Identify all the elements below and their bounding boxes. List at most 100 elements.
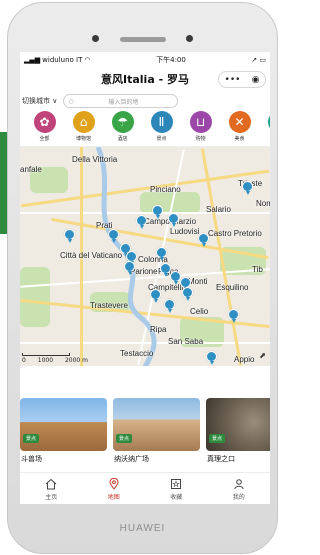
mouth-of-truth-image bbox=[206, 398, 270, 451]
scale-bar bbox=[22, 353, 70, 356]
tab-favorites[interactable]: 收藏 bbox=[145, 473, 208, 504]
map-label: Testaccio bbox=[120, 349, 154, 358]
category-item-museum[interactable]: ⌂ 博物馆 bbox=[64, 111, 103, 146]
tab-label: 地图 bbox=[107, 493, 120, 501]
status-bar: ▂▄▆ widuluno IT ◠ 下午4:00 ➚ ▭ bbox=[20, 52, 270, 67]
map-pin-icon[interactable] bbox=[108, 229, 119, 243]
category-bar: ✿ 全部 ⌂ 博物馆 ☂ 酒店 Ⅱ 景点 ⊔ 购物 ✕ 美食 Ⅱ 交通 bbox=[20, 111, 270, 146]
map-label: Pinciano bbox=[150, 185, 181, 194]
map-pin-icon[interactable] bbox=[228, 309, 239, 323]
carrier-name: widuluno IT bbox=[42, 55, 83, 64]
map-label: Ripa bbox=[150, 325, 167, 334]
map-pin-icon bbox=[107, 477, 121, 491]
category-item-transport[interactable]: Ⅱ 交通 bbox=[259, 111, 270, 146]
map-pin-icon[interactable] bbox=[182, 287, 193, 301]
category-label: 全部 bbox=[39, 136, 50, 142]
category-item-hotel[interactable]: ☂ 酒店 bbox=[103, 111, 142, 146]
status-time: 下午4:00 bbox=[156, 55, 186, 64]
map-pin-icon[interactable] bbox=[206, 351, 217, 365]
app-screen: ▂▄▆ widuluno IT ◠ 下午4:00 ➚ ▭ 意风Italia - … bbox=[20, 52, 270, 504]
ellipsis-icon[interactable]: ••• bbox=[225, 75, 241, 85]
map-pin-icon[interactable] bbox=[168, 213, 179, 227]
shell-icon: ☂ bbox=[111, 111, 134, 133]
map-pin-icon[interactable] bbox=[136, 215, 147, 229]
map-label: Trastevere bbox=[90, 301, 128, 310]
category-item-sights[interactable]: Ⅱ 景点 bbox=[142, 111, 181, 146]
device-brand: HUAWEI bbox=[119, 523, 166, 534]
category-item-all[interactable]: ✿ 全部 bbox=[25, 111, 64, 146]
sensor-icon bbox=[186, 35, 193, 42]
poi-tag: 景点 bbox=[116, 434, 133, 443]
tab-label: 主页 bbox=[45, 493, 58, 501]
poi-card[interactable]: 景点 纳沃纳广场 bbox=[113, 398, 200, 470]
chevron-down-icon: ∨ bbox=[52, 97, 58, 105]
home-icon bbox=[44, 477, 58, 491]
battery-icon: ▭ bbox=[259, 55, 266, 64]
map-pin-icon[interactable] bbox=[64, 229, 75, 243]
map-pin-icon[interactable] bbox=[156, 247, 167, 261]
poi-name: 真理之口 bbox=[207, 455, 235, 463]
poi-card[interactable]: 景点 斗兽场 bbox=[20, 398, 107, 470]
map-pin-icon[interactable] bbox=[152, 205, 163, 219]
map-pin-icon[interactable] bbox=[124, 261, 135, 275]
map-label: anfale bbox=[20, 165, 42, 174]
search-placeholder: 输入目的地 bbox=[108, 98, 139, 106]
map-label: Esquilino bbox=[216, 283, 249, 292]
scale-label: 1000 bbox=[37, 357, 54, 364]
map-label: Città del Vaticano bbox=[60, 251, 123, 260]
target-icon[interactable]: ◉ bbox=[252, 75, 260, 85]
category-label: 酒店 bbox=[117, 136, 128, 142]
wifi-icon: ◠ bbox=[84, 55, 91, 64]
search-input[interactable]: ○ 输入目的地 bbox=[63, 94, 179, 108]
tab-map[interactable]: 地图 bbox=[83, 473, 146, 504]
column-icon: Ⅱ bbox=[267, 111, 270, 133]
tab-label: 收藏 bbox=[170, 493, 183, 501]
map-label: Appio bbox=[234, 355, 255, 364]
city-map[interactable]: Della Vittoria Pinciano Trieste Nom Sala… bbox=[20, 146, 270, 366]
mini-program-capsule: ••• ◉ bbox=[218, 71, 266, 88]
colosseum-image bbox=[20, 398, 107, 451]
location-icon: ➚ bbox=[251, 55, 258, 64]
map-label: Ludovisi bbox=[170, 227, 200, 236]
page-title: 意风Italia - 罗马 bbox=[101, 73, 189, 86]
map-label: Della Vittoria bbox=[72, 155, 118, 164]
basket-icon: ⊔ bbox=[189, 111, 212, 133]
city-switch-label: 切换城市 bbox=[22, 97, 50, 105]
map-label: San Saba bbox=[168, 337, 204, 346]
category-label: 购物 bbox=[195, 136, 206, 142]
poi-name: 斗兽场 bbox=[21, 455, 42, 463]
column-icon: Ⅱ bbox=[150, 111, 173, 133]
star-icon bbox=[169, 477, 183, 491]
poi-card[interactable]: 景点 真理之口 bbox=[206, 398, 270, 470]
map-label: Castro Pretorio bbox=[208, 229, 262, 238]
tab-profile[interactable]: 我的 bbox=[208, 473, 271, 504]
city-switch-button[interactable]: 切换城市 ∨ bbox=[22, 96, 57, 106]
poi-tag: 景点 bbox=[23, 434, 40, 443]
map-pin-icon[interactable] bbox=[160, 263, 171, 277]
user-icon bbox=[232, 477, 246, 491]
category-label: 美食 bbox=[234, 136, 245, 142]
category-item-food[interactable]: ✕ 美食 bbox=[220, 111, 259, 146]
map-label: Celio bbox=[190, 307, 209, 316]
map-pin-icon[interactable] bbox=[198, 233, 209, 247]
signal-icon: ▂▄▆ bbox=[24, 55, 41, 64]
map-label: Tib bbox=[252, 265, 263, 274]
category-label: 博物馆 bbox=[75, 136, 91, 142]
tab-label: 我的 bbox=[232, 493, 245, 501]
scale-label: 2000 m bbox=[64, 357, 88, 364]
map-pin-icon[interactable] bbox=[242, 181, 253, 195]
scale-label: 0 bbox=[22, 357, 26, 364]
map-scale: 0 1000 2000 m bbox=[22, 353, 88, 364]
category-item-shopping[interactable]: ⊔ 购物 bbox=[181, 111, 220, 146]
map-label: Salario bbox=[206, 205, 231, 214]
bottom-tab-bar: 主页 地图 收藏 我的 bbox=[20, 472, 270, 504]
poi-name: 纳沃纳广场 bbox=[114, 455, 149, 463]
category-label: 景点 bbox=[156, 136, 167, 142]
title-bar: 意风Italia - 罗马 ••• ◉ bbox=[20, 67, 270, 91]
compass-icon: ⬈ bbox=[259, 351, 266, 360]
map-pin-icon[interactable] bbox=[164, 299, 175, 313]
museum-icon: ⌂ bbox=[72, 111, 95, 133]
cutlery-icon: ✕ bbox=[228, 111, 251, 133]
map-pin-icon[interactable] bbox=[150, 289, 161, 303]
tab-home[interactable]: 主页 bbox=[20, 473, 83, 504]
